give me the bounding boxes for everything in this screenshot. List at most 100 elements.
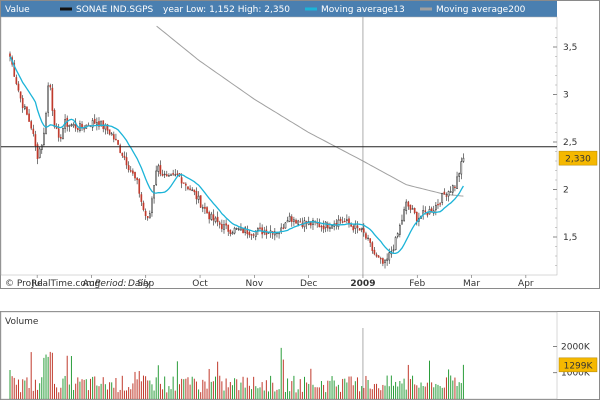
candle-body: [100, 120, 102, 126]
candle-body: [157, 165, 160, 172]
candle-body: [223, 224, 225, 230]
candle-body: [26, 106, 28, 115]
candle-body: [49, 85, 52, 88]
candle-body: [341, 221, 344, 223]
candle-body: [233, 227, 236, 234]
candle-body: [286, 220, 289, 223]
candle-body: [337, 219, 340, 227]
candle-body: [235, 228, 238, 230]
candle-body: [396, 233, 399, 237]
candle-body: [403, 209, 405, 221]
candle-body: [443, 191, 446, 195]
candle-body: [144, 210, 147, 216]
candle-body: [176, 173, 179, 175]
candle-body: [81, 123, 83, 128]
candle-body: [454, 186, 456, 188]
candle-body: [76, 127, 79, 131]
candle-body: [212, 214, 215, 221]
candle-body: [206, 207, 208, 214]
candle-body: [322, 225, 325, 230]
candle-body: [140, 194, 143, 202]
candle-body: [201, 207, 204, 209]
candle-body: [134, 172, 136, 179]
candle-body: [125, 157, 128, 166]
month-label: Mar: [463, 279, 480, 289]
candle-body: [112, 134, 115, 140]
candle-body: [377, 255, 380, 258]
candle-body: [411, 208, 414, 210]
candle-body: [280, 227, 283, 232]
candle-body: [346, 219, 348, 222]
candle-body: [248, 232, 251, 236]
last-volume-label: 1299K: [564, 361, 594, 371]
header-ma200-label: Moving average200: [436, 5, 526, 15]
candle-body: [70, 124, 73, 126]
candle-body: [117, 140, 119, 145]
candle-body: [163, 173, 166, 176]
candle-body: [19, 91, 22, 99]
candle-body: [93, 118, 96, 124]
candle-body: [142, 202, 145, 210]
candle-body: [45, 113, 47, 134]
candle-body: [57, 128, 60, 138]
candle-body: [435, 204, 437, 211]
candle-body: [250, 234, 253, 236]
price-y-tick-label: 3,5: [563, 43, 577, 53]
candle-body: [252, 234, 255, 236]
candle-body: [405, 201, 408, 211]
candle-body: [407, 201, 410, 207]
volume-title: Volume: [5, 317, 39, 327]
candle-body: [227, 224, 230, 232]
candle-body: [373, 249, 376, 255]
candle-body: [367, 237, 369, 239]
footer-period-value: Daily: [128, 279, 151, 289]
price-y-tick-label: 2,5: [563, 138, 577, 148]
candle-body: [149, 213, 151, 219]
candle-body: [231, 232, 234, 235]
candle-body: [60, 137, 62, 139]
candle-body: [449, 191, 452, 193]
candle-body: [51, 87, 54, 111]
candle-body: [185, 183, 187, 186]
last-price-label: 2,330: [565, 155, 591, 165]
candle-body: [32, 128, 35, 134]
candle-body: [352, 225, 355, 231]
month-label: Oct: [192, 279, 208, 289]
candle-body: [441, 192, 444, 203]
candle-body: [462, 157, 465, 162]
volume-title-box: [1, 312, 557, 328]
candle-body: [297, 220, 299, 225]
candle-body: [229, 229, 232, 234]
candle-body: [151, 198, 153, 214]
candle-body: [221, 224, 223, 230]
candle-body: [191, 189, 194, 191]
candle-body: [358, 228, 361, 231]
candle-body: [180, 177, 183, 184]
candle-body: [138, 179, 141, 194]
candle-body: [159, 165, 162, 175]
stock-chart: Value SONAE IND.SGPS year Low: 1,152 Hig…: [0, 0, 600, 400]
candle-body: [401, 219, 403, 225]
candle-body: [195, 191, 198, 200]
month-label: 2009: [350, 279, 375, 289]
candle-body: [47, 85, 49, 113]
candle-body: [182, 182, 185, 184]
volume-y-tick-label: 2000K: [561, 342, 591, 352]
price-y-tick-label: 2: [563, 186, 569, 196]
candle-body: [384, 260, 386, 264]
candle-body: [424, 210, 427, 213]
candle-body: [343, 220, 346, 223]
candle-body: [28, 113, 30, 122]
candle-body: [189, 188, 191, 191]
legend-ma200-swatch: [420, 7, 432, 11]
candle-body: [399, 225, 401, 235]
candle-body: [170, 174, 172, 176]
candle-body: [339, 218, 342, 221]
candle-body: [369, 238, 372, 243]
candle-body: [350, 224, 352, 227]
candle-body: [445, 195, 448, 197]
month-label: Dec: [300, 279, 317, 289]
candle-body: [9, 53, 11, 57]
candle-body: [415, 211, 418, 222]
candle-body: [388, 252, 391, 261]
